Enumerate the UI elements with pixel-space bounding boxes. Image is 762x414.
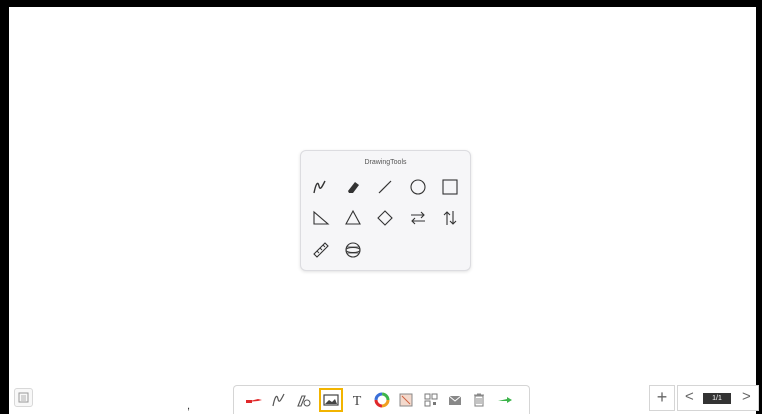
next-arrow-icon[interactable] [495, 390, 515, 410]
stray-mark: , [187, 400, 191, 412]
image-icon [323, 394, 339, 406]
text-icon[interactable]: T [347, 390, 367, 410]
add-page-button[interactable]: + [649, 385, 675, 411]
mail-icon[interactable] [445, 390, 465, 410]
bottom-toolbar: T [233, 385, 530, 414]
drawing-tools-panel: DrawingTools [300, 150, 471, 271]
trash-icon[interactable] [469, 390, 489, 410]
screenshot-icon[interactable] [396, 390, 416, 410]
red-pen-icon[interactable] [244, 390, 264, 410]
sphere-tool-icon[interactable] [343, 240, 363, 260]
eraser-tool-icon[interactable] [343, 177, 363, 197]
line-tool-icon[interactable] [375, 177, 395, 197]
triangle-tool-icon[interactable] [343, 208, 363, 228]
pen-settings-icon[interactable] [294, 390, 314, 410]
right-triangle-tool-icon[interactable] [311, 208, 331, 228]
prev-page-button[interactable]: < [685, 388, 694, 405]
pen-icon[interactable] [270, 390, 290, 410]
circle-tool-icon[interactable] [408, 177, 428, 197]
rectangle-tool-icon[interactable] [440, 177, 460, 197]
panel-title: DrawingTools [364, 159, 407, 166]
image-button[interactable] [319, 388, 343, 412]
sidebar-toggle-button[interactable] [14, 388, 33, 407]
vertical-arrows-tool-icon[interactable] [440, 208, 460, 228]
pen-tool-icon[interactable] [311, 177, 331, 197]
qr-code-icon[interactable] [421, 390, 441, 410]
horizontal-arrows-tool-icon[interactable] [408, 208, 428, 228]
page-indicator[interactable]: 1/1 [703, 393, 731, 404]
svg-text:T: T [353, 394, 362, 409]
ruler-tool-icon[interactable] [311, 240, 331, 260]
diamond-tool-icon[interactable] [375, 208, 395, 228]
next-page-button[interactable]: > [742, 388, 751, 405]
pager: < 1/1 > [677, 385, 759, 411]
sidebar-icon [18, 392, 29, 403]
color-wheel-icon[interactable] [372, 390, 392, 410]
